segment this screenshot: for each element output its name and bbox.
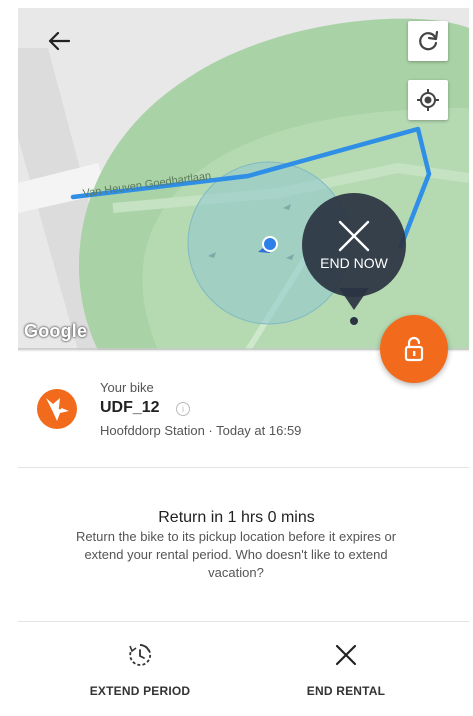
bike-provider-logo [37,389,77,429]
location-pin-dot [350,317,358,325]
refresh-button[interactable] [408,21,448,61]
end-rental-button[interactable]: END RENTAL [256,640,436,702]
my-location-button[interactable] [408,80,448,120]
end-now-pointer [339,288,369,310]
info-icon[interactable]: i [176,402,190,416]
timer-extend-icon [129,644,152,666]
extend-period-button[interactable]: EXTEND PERIOD [50,640,230,702]
map-view[interactable]: Van Heuven Goedhartlaan END NOW Google [18,8,469,350]
end-now-button[interactable]: END NOW [302,193,406,297]
google-attribution: Google [24,321,88,341]
divider-bottom [18,621,469,622]
my-location-icon [417,89,439,111]
map-background [18,8,469,350]
back-button[interactable] [44,26,74,56]
bike-info: Your bike UDF_12 i Hoofddorp Station · T… [36,380,456,442]
unlock-icon [404,336,424,362]
close-icon [338,220,370,252]
unlock-button[interactable] [380,315,448,383]
extend-period-label: EXTEND PERIOD [89,684,191,698]
close-icon [335,644,357,666]
return-description: Return the bike to its pickup location b… [75,529,397,580]
end-rental-label: END RENTAL [306,684,386,698]
your-bike-caption: Your bike [100,380,154,395]
end-now-label: END NOW [320,255,388,271]
arrow-left-icon [48,31,70,51]
return-countdown-title: Return in 1 hrs 0 mins [158,509,315,526]
pickup-location: Hoofddorp Station · Today at 16:59 [100,423,302,438]
bike-id: UDF_12 [100,399,160,416]
divider-top [18,467,469,468]
refresh-icon [419,30,439,51]
